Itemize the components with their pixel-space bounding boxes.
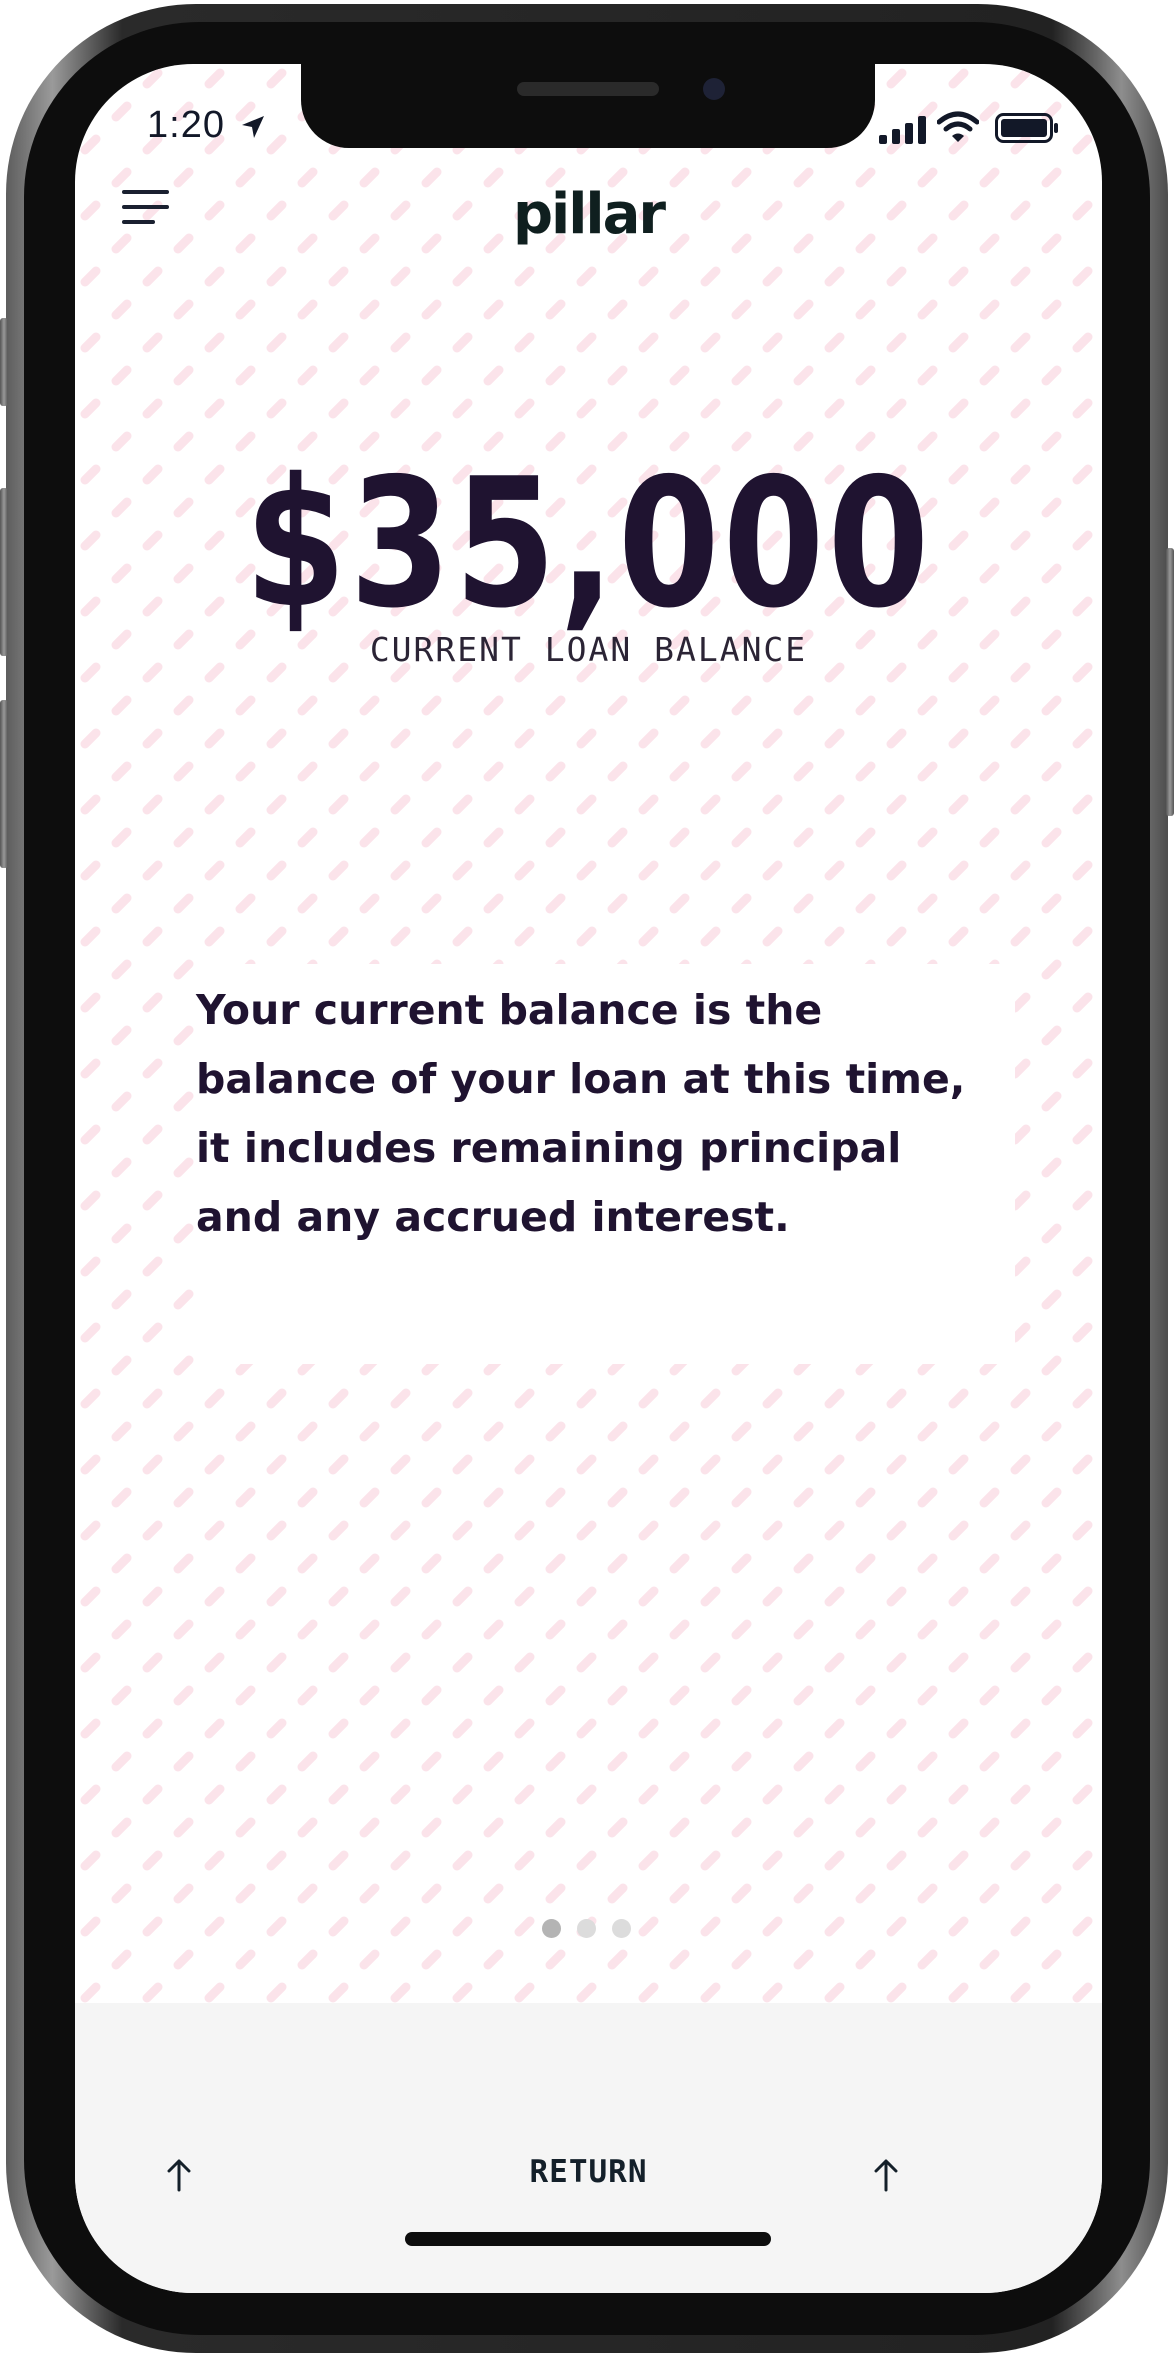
battery-icon — [995, 113, 1058, 143]
notch — [301, 64, 875, 148]
volume-up-button — [0, 488, 8, 656]
page-indicator — [542, 1919, 631, 1938]
wifi-icon — [937, 111, 979, 142]
loan-balance-label: CURRENT LOAN BALANCE — [369, 630, 808, 669]
home-indicator[interactable] — [405, 2232, 771, 2246]
app-screen: 1:20 pillar $35,000 CURRENT LOAN BALANCE… — [75, 64, 1102, 2293]
status-time: 1:20 — [147, 104, 225, 146]
power-button — [1166, 548, 1174, 816]
brand-logo: pillar — [512, 182, 666, 247]
earpiece-speaker — [517, 82, 659, 96]
balance-description: Your current balance is the balance of y… — [196, 986, 966, 1241]
arrow-up-icon — [874, 2159, 898, 2192]
silent-switch — [0, 318, 8, 406]
front-camera — [703, 78, 725, 100]
volume-down-button — [0, 700, 8, 868]
bottom-action-bar: RETURN — [75, 2003, 1102, 2293]
page-dot-1[interactable] — [542, 1919, 561, 1938]
cellular-signal-icon — [879, 116, 926, 144]
return-button[interactable]: RETURN — [75, 2154, 1102, 2190]
location-arrow-icon — [242, 116, 264, 138]
page-dot-3[interactable] — [612, 1919, 631, 1938]
right-arrow-button[interactable] — [866, 2153, 906, 2197]
page-dot-2[interactable] — [577, 1919, 596, 1938]
loan-balance-amount: $35,000 — [244, 440, 933, 647]
